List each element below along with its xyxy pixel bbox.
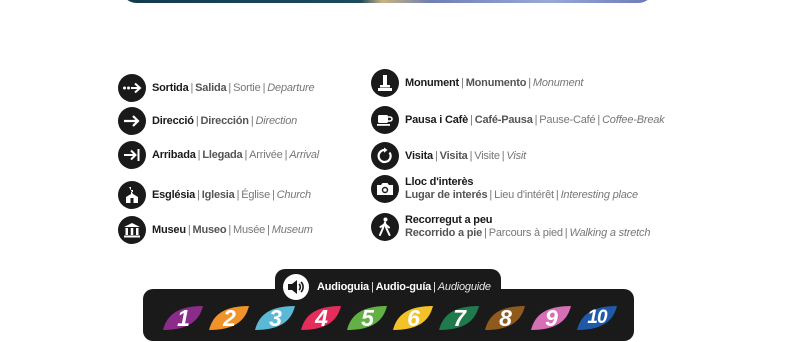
track-number: 3 [269, 304, 282, 331]
spanish-label: Salida [195, 81, 227, 94]
catalan-label: Sortida [152, 81, 189, 94]
track-number: 10 [587, 307, 607, 328]
walking-person-icon [371, 213, 399, 241]
track-number: 4 [315, 304, 328, 331]
track-number: 7 [453, 304, 466, 331]
legend-text: Museu | Museo | Musée | Museum [152, 223, 313, 236]
track-number: 8 [499, 304, 512, 331]
spanish-label: Audio-guía [375, 280, 432, 293]
legend-item-arrival: Arribada | Llegada | Arrivée | Arrival [118, 141, 319, 169]
legend-text: Arribada | Llegada | Arrivée | Arrival [152, 148, 320, 161]
legend-item-direction: Direcció | Dirección | Direction [118, 107, 297, 135]
legend-text: Monument | Monumento | Monument [405, 76, 584, 89]
legend-item-coffee-break: Pausa i Cafè | Café-Pausa | Pause-Café | Coffe… [371, 106, 665, 134]
english-label: Church [276, 188, 311, 201]
museum-icon [118, 216, 146, 244]
spanish-label: Monumento [465, 76, 527, 89]
spanish-label: Museo [192, 223, 227, 236]
audio-track-9[interactable]: 9 [529, 304, 573, 332]
legend-text: Direcció | Dirección | Direction [152, 114, 298, 127]
english-label: Coffee-Break [602, 113, 665, 126]
audio-track-7[interactable]: 7 [437, 304, 481, 332]
legend-item-monument: Monument | Monumento | Monument [371, 69, 583, 97]
spanish-label: Recorrido a pie [405, 227, 483, 239]
coffee-cup-icon [371, 106, 399, 134]
track-number: 5 [361, 304, 374, 331]
spanish-label: Visita [439, 149, 468, 162]
legend-text: Església | Iglesia | Église | Church [152, 188, 311, 201]
catalan-label: Visita [405, 149, 433, 162]
track-number: 1 [177, 304, 190, 331]
french-label: Visite [474, 149, 500, 162]
top-banner-image [120, 0, 655, 3]
spanish-label: Iglesia [201, 188, 235, 201]
catalan-label: Arribada [152, 148, 196, 161]
french-label: Lieu d'intérêt [494, 189, 554, 201]
audio-track-4[interactable]: 4 [299, 304, 343, 332]
spanish-label: Llegada [202, 148, 243, 161]
camera-icon [371, 175, 399, 203]
catalan-label: Recorregut a peu [405, 214, 493, 226]
exit-arrow-icon [118, 74, 146, 102]
spanish-label: Dirección [200, 114, 249, 127]
catalan-label: Audioguia [317, 280, 369, 293]
legend-item-walking: Recorregut a peu Recorrido a pie | Parcour… [371, 213, 650, 241]
english-label: Direction [255, 114, 298, 127]
arrival-arrow-icon [118, 141, 146, 169]
catalan-label: Lloc d'interès [405, 176, 474, 188]
legend-text: Recorregut a peu Recorrido a pie | Parcour… [405, 214, 651, 239]
track-number: 9 [545, 304, 558, 331]
audioguide-track-list: 1 2 3 4 5 6 7 8 9 10 [161, 304, 619, 332]
spanish-label: Café-Pausa [474, 113, 533, 126]
legend-item-visit: Visita | Visita | Visite | Visit [371, 142, 526, 170]
english-label: Monument [532, 76, 584, 89]
legend-text: Sortida | Salida | Sortie | Departure [152, 81, 315, 94]
audioguide-text: Audioguia | Audio-guía | Audioguide [317, 280, 491, 293]
audio-track-5[interactable]: 5 [345, 304, 389, 332]
audio-track-6[interactable]: 6 [391, 304, 435, 332]
english-label: Arrival [289, 148, 320, 161]
legend-text: Lloc d'interès Lugar de interés | Lieu d'i… [405, 176, 639, 201]
legend-item-interesting-place: Lloc d'interès Lugar de interés | Lieu d'i… [371, 175, 638, 203]
legend-item-museum: Museu | Museo | Musée | Museum [118, 216, 313, 244]
catalan-label: Pausa i Cafè [405, 113, 469, 126]
legend-text: Visita | Visita | Visite | Visit [405, 149, 527, 162]
english-label: Museum [271, 223, 313, 236]
french-label: Musée [233, 223, 266, 236]
audio-track-10[interactable]: 10 [575, 304, 619, 332]
audio-track-1[interactable]: 1 [161, 304, 205, 332]
catalan-label: Museu [152, 223, 186, 236]
legend-item-church: Església | Iglesia | Église | Church [118, 181, 311, 209]
french-label: Parcours à pied [488, 227, 563, 239]
french-label: Église [241, 188, 270, 201]
catalan-label: Monument [405, 76, 460, 89]
audio-track-8[interactable]: 8 [483, 304, 527, 332]
direction-arrow-icon [118, 107, 146, 135]
audioguide-label: Audioguia | Audio-guía | Audioguide [283, 274, 491, 300]
french-label: Pause-Café [539, 113, 596, 126]
catalan-label: Direcció [152, 114, 194, 127]
english-label: Walking a stretch [569, 227, 651, 239]
english-label: Interesting place [560, 189, 639, 201]
church-icon [118, 181, 146, 209]
visit-circular-arrow-icon [371, 142, 399, 170]
french-label: Sortie [233, 81, 261, 94]
track-number: 2 [223, 304, 236, 331]
audio-track-2[interactable]: 2 [207, 304, 251, 332]
legend-item-departure: Sortida | Salida | Sortie | Departure [118, 74, 315, 102]
english-label: Visit [506, 149, 527, 162]
speaker-icon [283, 274, 309, 300]
audio-track-3[interactable]: 3 [253, 304, 297, 332]
monument-icon [371, 69, 399, 97]
legend-text: Pausa i Cafè | Café-Pausa | Pause-Café | Coffe… [405, 113, 665, 126]
catalan-label: Església [152, 188, 196, 201]
spanish-label: Lugar de interés [405, 189, 488, 201]
english-label: Departure [267, 81, 315, 94]
english-label: Audioguide [437, 280, 491, 293]
french-label: Arrivée [249, 148, 283, 161]
track-number: 6 [407, 304, 420, 331]
